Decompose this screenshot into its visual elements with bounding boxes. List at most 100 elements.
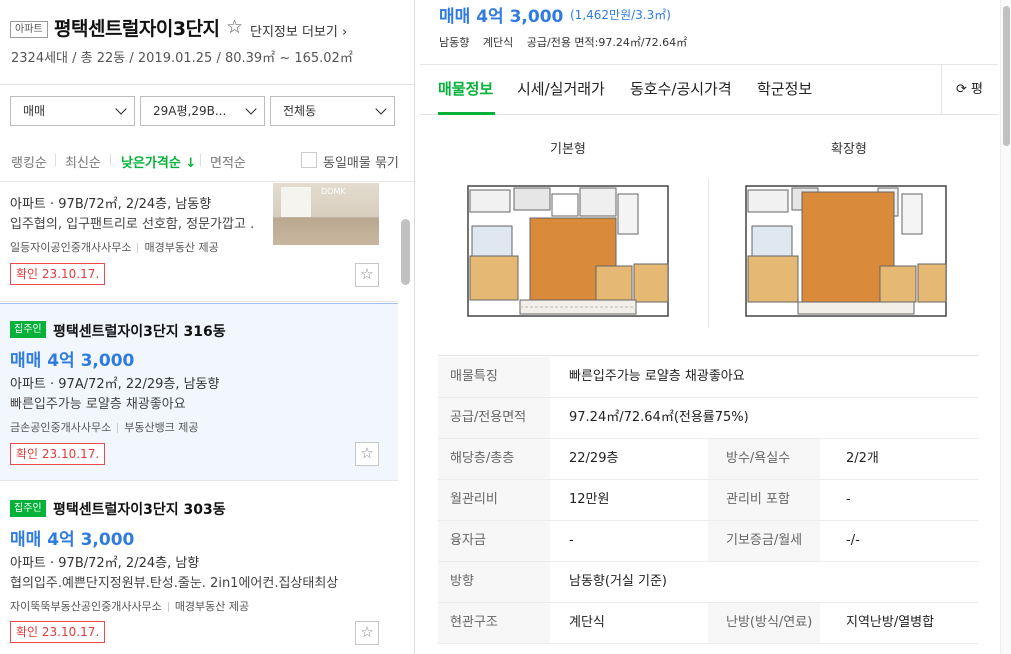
listing-spec-table: 매물특징 빠른입주가능 로얄층 채광좋아요 공급/전용면적 97.24㎡/72.…	[438, 357, 978, 644]
listing-photo: DOMK	[273, 183, 379, 245]
spec-value: 지역난방/열병합	[846, 615, 935, 630]
star-icon[interactable]: ☆	[355, 621, 379, 645]
confirm-badge: 확인 23.10.17.	[10, 443, 106, 465]
listing-agent: 일등자이공인중개사사무소 매경부동산 제공	[10, 241, 219, 254]
refresh-icon: ⟳	[956, 82, 967, 97]
divider	[55, 154, 56, 166]
unit-toggle-label: 평	[971, 82, 984, 97]
photo-window	[281, 187, 311, 217]
trade-type-select[interactable]: 매매	[10, 96, 135, 126]
owner-badge: 집주인	[10, 500, 46, 517]
meta-area: 공급/전용 면적:97.24㎡/72.64㎡	[526, 36, 688, 49]
chevron-down-icon	[245, 103, 257, 115]
listing-price: 매매 4억 3,000	[10, 351, 135, 371]
active-tab-indicator	[438, 112, 495, 115]
trade-type-value: 매매	[23, 104, 46, 118]
spec-label: 월관리비	[438, 480, 550, 520]
listing-desc: 빠른입주가능 로얄층 채광좋아요	[10, 397, 186, 412]
spec-value: 계단식	[569, 615, 605, 630]
spec-row: 현관구조 계단식 난방(방식/연료) 지역난방/열병합	[438, 603, 978, 644]
listing-spec: 아파트 · 97A/72㎡, 22/29층, 남동향	[10, 377, 220, 392]
listing-title: 평택센트럴자이3단지 303동	[53, 502, 226, 518]
spec-value: -/-	[846, 533, 860, 548]
spec-row: 월관리비 12만원 관리비 포함 -	[438, 480, 978, 521]
spec-value: 12만원	[569, 492, 610, 507]
complex-summary: 2324세대 / 총 22동 / 2019.01.25 / 80.39㎡ ~ 1…	[11, 51, 353, 66]
spec-label: 방수/욕실수	[708, 439, 820, 479]
spec-value: -	[569, 533, 574, 548]
spec-label: 융자금	[438, 521, 550, 561]
listing-panel: 아파트 평택센트럴자이3단지 ☆ 단지정보 더보기 › 2324세대 / 총 2…	[0, 0, 415, 654]
star-icon[interactable]: ☆	[355, 442, 379, 466]
spec-label: 방향	[438, 562, 550, 602]
spec-label: 기보증금/월세	[708, 521, 820, 561]
list-item[interactable]: 집주인 평택센트럴자이3단지 316동 매매 4억 3,000 아파트 · 97…	[0, 303, 398, 481]
list-scrollbar[interactable]	[401, 219, 410, 285]
listing-agent: 자이뚝뚝부동산공인중개사사무소 매경부동산 제공	[10, 600, 250, 613]
detail-tabs: 매물정보 시세/실거래가 동호수/공시가격 학군정보 ⟳ 평	[420, 65, 998, 115]
area-select[interactable]: 29A평,29B...	[140, 96, 265, 126]
area-value: 29A평,29B...	[153, 104, 227, 118]
spec-value: -	[846, 492, 851, 507]
divider	[708, 178, 709, 328]
unit-toggle-button[interactable]: ⟳ 평	[941, 65, 998, 114]
complex-header: 아파트 평택센트럴자이3단지 ☆ 단지정보 더보기 › 2324세대 / 총 2…	[0, 0, 414, 85]
chevron-down-icon	[375, 103, 387, 115]
floor-plan-basic[interactable]	[460, 178, 690, 326]
property-type-tag: 아파트	[10, 21, 48, 38]
group-same-label: 동일매물 묶기	[323, 156, 399, 171]
listing-agent: 금손공인중개사사무소 부동산뱅크 제공	[10, 421, 199, 434]
spec-value: 22/29층	[569, 451, 619, 466]
spec-value: 빠른입주가능 로얄층 채광좋아요	[569, 369, 745, 384]
confirm-badge: 확인 23.10.17.	[10, 263, 106, 285]
sort-ranking[interactable]: 랭킹순	[11, 152, 47, 171]
listing-desc: 협의입주.예쁜단지정원뷰.탄성.줄눈. 2in1에어컨.집상태최상	[10, 576, 339, 591]
spec-row: 방향 남동향(거실 기준)	[438, 562, 978, 603]
spec-value: 남동향(거실 기준)	[569, 574, 667, 589]
divider	[110, 154, 111, 166]
plan-basic-label: 기본형	[550, 142, 586, 157]
complex-title: 평택센트럴자이3단지	[54, 18, 220, 40]
detail-meta: 남동향 계단식 공급/전용 면적:97.24㎡/72.64㎡	[439, 34, 697, 50]
detail-price: 매매 4억 3,000	[439, 7, 564, 27]
spec-value: 97.24㎡/72.64㎡(전용률75%)	[569, 410, 749, 425]
building-value: 전체동	[283, 104, 317, 118]
spec-value: 2/2개	[846, 451, 879, 466]
sort-area[interactable]: 면적순	[210, 152, 246, 171]
chevron-down-icon	[115, 103, 127, 115]
spec-label: 매물특징	[438, 357, 550, 397]
tab-unit-price[interactable]: 동호수/공시가격	[630, 78, 732, 99]
listing-spec: 아파트 · 97B/72㎡, 2/24층, 남향	[10, 556, 200, 571]
spec-label: 공급/전용면적	[438, 398, 550, 438]
detail-price-per-pyeong: (1,462만원/3.3㎡)	[570, 8, 671, 22]
listing-spec: 아파트 · 97B/72㎡, 2/24층, 남동향	[10, 197, 212, 212]
list-item[interactable]: DOMK 아파트 · 97B/72㎡, 2/24층, 남동향 입주협의, 입구팬…	[0, 183, 398, 302]
floor-plan-section: 기본형 확장형	[438, 116, 978, 356]
detail-panel: 매매 4억 3,000 (1,462만원/3.3㎡) 남동향 계단식 공급/전용…	[420, 0, 1011, 654]
spec-label: 해당층/총층	[438, 439, 550, 479]
photo-watermark: DOMK	[321, 187, 346, 196]
plan-extended-label: 확장형	[831, 142, 867, 157]
sort-bar: 랭킹순 최신순 낮은가격순 ↓ 면적순 동일매물 묶기	[0, 137, 414, 182]
group-same-checkbox[interactable]	[301, 152, 317, 168]
complex-more-link[interactable]: 단지정보 더보기 ›	[250, 21, 347, 40]
tab-school[interactable]: 학군정보	[757, 78, 812, 99]
favorite-star-icon[interactable]: ☆	[226, 16, 243, 38]
tab-listing-info[interactable]: 매물정보	[438, 78, 493, 99]
meta-direction: 남동향	[439, 36, 470, 49]
star-icon[interactable]: ☆	[355, 263, 379, 287]
meta-entrance: 계단식	[482, 36, 514, 49]
confirm-badge: 확인 23.10.17.	[10, 621, 106, 643]
listing-list: DOMK 아파트 · 97B/72㎡, 2/24층, 남동향 입주협의, 입구팬…	[0, 183, 414, 654]
building-select[interactable]: 전체동	[270, 96, 395, 126]
sort-latest[interactable]: 최신순	[65, 152, 101, 171]
scrollbar-thumb[interactable]	[1003, 6, 1010, 146]
list-item[interactable]: 집주인 평택센트럴자이3단지 303동 매매 4억 3,000 아파트 · 97…	[0, 482, 398, 654]
filter-bar: 매매 29A평,29B... 전체동	[0, 86, 414, 136]
floor-plan-extended[interactable]	[738, 178, 968, 326]
spec-row: 융자금 - 기보증금/월세 -/-	[438, 521, 978, 562]
detail-scrollbar[interactable]	[1000, 0, 1011, 654]
tab-price-history[interactable]: 시세/실거래가	[517, 78, 605, 99]
spec-row: 공급/전용면적 97.24㎡/72.64㎡(전용률75%)	[438, 398, 978, 439]
sort-low-price[interactable]: 낮은가격순 ↓	[121, 152, 196, 171]
